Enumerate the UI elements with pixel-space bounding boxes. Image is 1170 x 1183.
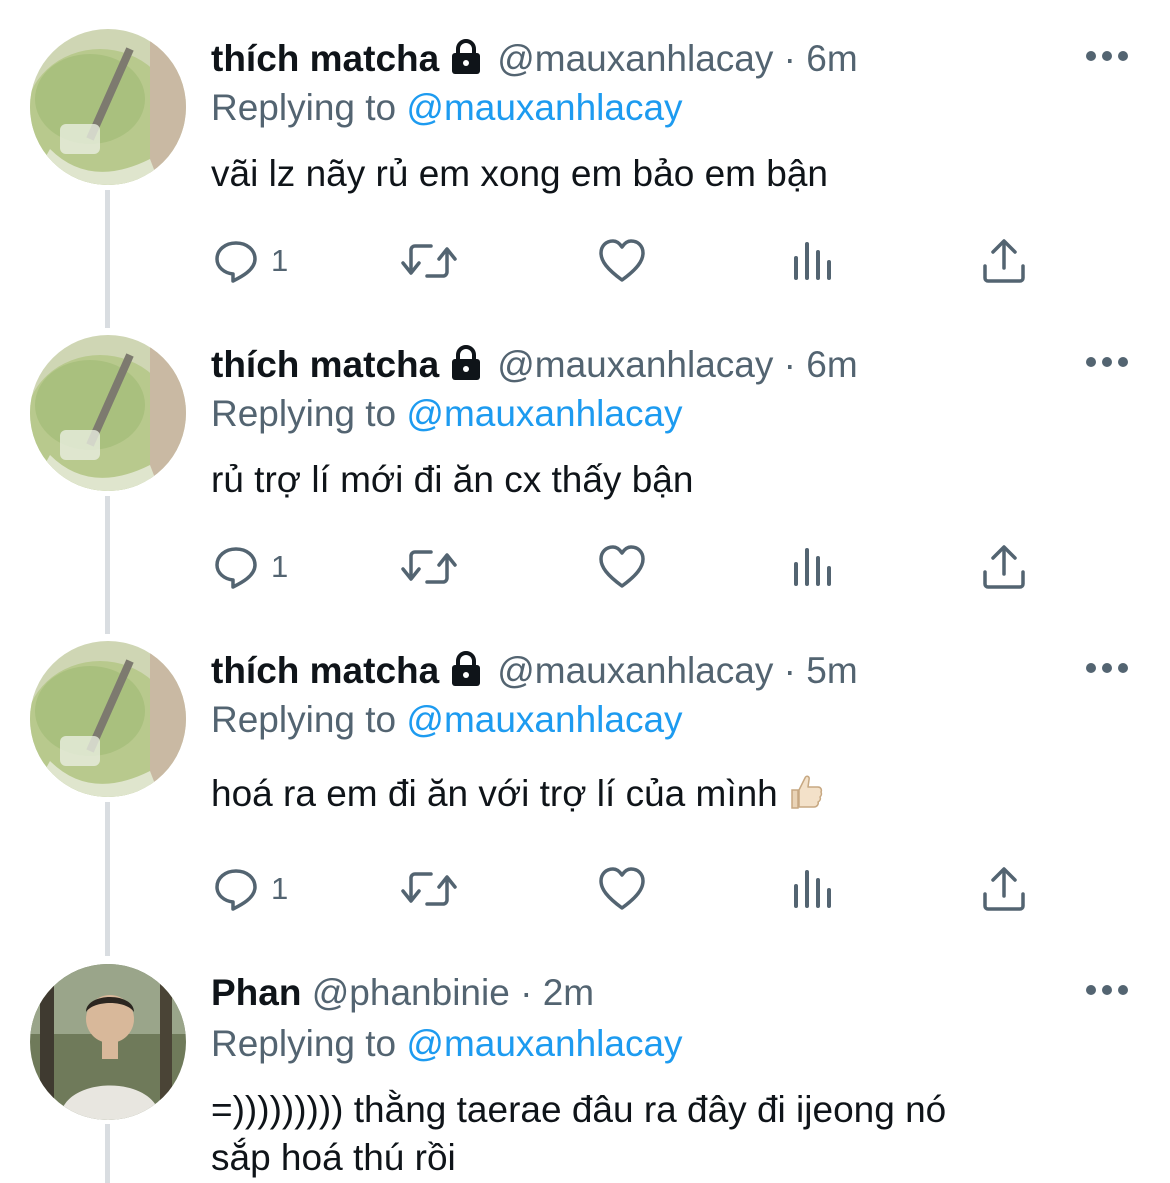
tweet-header: thích matcha @mauxanhlacay · 6m xyxy=(211,337,858,393)
timestamp[interactable]: 6m xyxy=(806,38,857,79)
mention-link[interactable]: @mauxanhlacay xyxy=(406,87,682,128)
retweet-icon xyxy=(401,244,457,278)
share-button[interactable] xyxy=(981,236,1027,286)
analytics-icon xyxy=(794,548,831,586)
more-icon[interactable] xyxy=(1084,980,1130,1000)
more-icon[interactable] xyxy=(1084,46,1130,66)
share-button[interactable] xyxy=(981,864,1027,914)
retweet-button[interactable] xyxy=(399,236,459,286)
handle[interactable]: @phanbinie xyxy=(312,972,510,1013)
heart-icon xyxy=(599,545,645,588)
replying-label: Replying to xyxy=(211,393,397,434)
tweet-text: rủ trợ lí mới đi ăn cx thấy bận xyxy=(211,459,694,500)
separator: · xyxy=(520,972,533,1013)
reply-button[interactable]: 1 xyxy=(211,236,311,286)
heart-icon xyxy=(599,239,645,282)
reply-button[interactable]: 1 xyxy=(211,864,311,914)
mention-link[interactable]: @mauxanhlacay xyxy=(406,699,682,740)
action-bar: 1 xyxy=(211,236,1041,286)
analytics-icon xyxy=(794,870,831,908)
timestamp[interactable]: 6m xyxy=(806,344,857,385)
separator: · xyxy=(783,650,796,691)
tweet[interactable]: thích matcha @mauxanhlacay · 6m Replying … xyxy=(0,306,1170,636)
display-name[interactable]: Phan xyxy=(211,972,301,1013)
reply-icon xyxy=(215,869,257,911)
timestamp[interactable]: 5m xyxy=(806,650,857,691)
retweet-icon xyxy=(401,550,457,584)
retweet-button[interactable] xyxy=(399,864,459,914)
share-icon xyxy=(983,867,1025,911)
analytics-icon xyxy=(794,242,831,280)
timestamp[interactable]: 2m xyxy=(543,972,594,1013)
avatar[interactable] xyxy=(30,29,186,185)
replying-to: Replying to @mauxanhlacay xyxy=(211,389,683,439)
separator: · xyxy=(783,344,796,385)
replying-to: Replying to @mauxanhlacay xyxy=(211,1019,683,1069)
lock-icon xyxy=(447,342,485,380)
avatar[interactable] xyxy=(30,964,186,1120)
retweet-button[interactable] xyxy=(399,542,459,592)
share-icon xyxy=(983,545,1025,589)
display-name[interactable]: thích matcha xyxy=(211,38,439,79)
tweet-text-line: =))))))))) thằng taerae đâu ra đây đi ij… xyxy=(211,1089,947,1130)
reply-icon xyxy=(215,547,257,589)
tweet[interactable]: Phan @phanbinie · 2m Replying to @mauxan… xyxy=(0,934,1170,1183)
tweet-header: thích matcha @mauxanhlacay · 5m xyxy=(211,643,858,699)
handle[interactable]: @mauxanhlacay xyxy=(497,650,773,691)
tweet-text-line: sắp hoá thú rồi xyxy=(211,1137,456,1178)
handle[interactable]: @mauxanhlacay xyxy=(497,38,773,79)
lock-icon xyxy=(447,36,485,74)
more-icon[interactable] xyxy=(1084,658,1130,678)
tweet[interactable]: thích matcha @mauxanhlacay · 6m Replying … xyxy=(0,0,1170,330)
tweet-text: hoá ra em đi ăn với trợ lí của mình xyxy=(211,773,778,814)
tweet-text-container: hoá ra em đi ăn với trợ lí của mình xyxy=(211,770,1091,818)
display-name[interactable]: thích matcha xyxy=(211,650,439,691)
avatar[interactable] xyxy=(30,641,186,797)
analytics-button[interactable] xyxy=(791,864,835,914)
reply-count: 1 xyxy=(271,549,289,584)
replying-to: Replying to @mauxanhlacay xyxy=(211,83,683,133)
action-bar: 1 xyxy=(211,542,1041,592)
replying-to: Replying to @mauxanhlacay xyxy=(211,695,683,745)
mention-link[interactable]: @mauxanhlacay xyxy=(406,1023,682,1064)
reply-button[interactable]: 1 xyxy=(211,542,311,592)
share-icon xyxy=(983,239,1025,283)
tweet-text-container: =))))))))) thằng taerae đâu ra đây đi ij… xyxy=(211,1086,1091,1182)
separator: · xyxy=(783,38,796,79)
replying-label: Replying to xyxy=(211,1023,397,1064)
tweet-text: vãi lz nãy rủ em xong em bảo em bận xyxy=(211,153,828,194)
replying-label: Replying to xyxy=(211,699,397,740)
like-button[interactable] xyxy=(597,542,647,592)
avatar[interactable] xyxy=(30,335,186,491)
retweet-icon xyxy=(401,872,457,906)
tweet-header: thích matcha @mauxanhlacay · 6m xyxy=(211,31,858,87)
tweet-header: Phan @phanbinie · 2m xyxy=(211,965,594,1021)
lock-icon xyxy=(447,648,485,686)
like-button[interactable] xyxy=(597,236,647,286)
reply-count: 1 xyxy=(271,243,289,278)
mention-link[interactable]: @mauxanhlacay xyxy=(406,393,682,434)
action-bar: 1 xyxy=(211,864,1041,914)
more-icon[interactable] xyxy=(1084,352,1130,372)
share-button[interactable] xyxy=(981,542,1027,592)
analytics-button[interactable] xyxy=(791,542,835,592)
handle[interactable]: @mauxanhlacay xyxy=(497,344,773,385)
like-button[interactable] xyxy=(597,864,647,914)
analytics-button[interactable] xyxy=(791,236,835,286)
reply-icon xyxy=(215,241,257,283)
replying-label: Replying to xyxy=(211,87,397,128)
reply-count: 1 xyxy=(271,871,289,906)
display-name[interactable]: thích matcha xyxy=(211,344,439,385)
heart-icon xyxy=(599,867,645,910)
thumbs-up-emoji-icon xyxy=(786,772,826,812)
tweet[interactable]: thích matcha @mauxanhlacay · 5m Replying … xyxy=(0,612,1170,952)
